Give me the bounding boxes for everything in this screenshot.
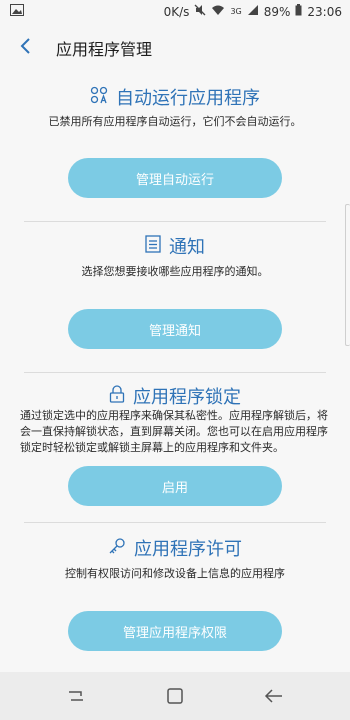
- auto-run-description: 已禁用所有应用程序自动运行，它们不会自动运行。: [48, 115, 302, 128]
- auto-run-title: 自动运行应用程序: [116, 88, 260, 109]
- manage-notifications-button[interactable]: 管理通知: [68, 309, 282, 349]
- app-permissions-section-title: 应用程序许可: [0, 535, 350, 561]
- battery-icon: [295, 4, 302, 19]
- battery-percent: 89%: [263, 4, 291, 19]
- section-divider: [24, 522, 326, 523]
- wifi-icon: [211, 4, 225, 19]
- recent-apps-icon[interactable]: [64, 684, 88, 708]
- app-permissions-title: 应用程序许可: [134, 539, 242, 560]
- auto-run-section-title: 自动运行应用程序: [0, 84, 350, 110]
- signal-icon: [247, 4, 259, 19]
- auto-run-icon: [90, 86, 108, 109]
- image-notification-icon: [10, 4, 24, 19]
- edge-panel-handle[interactable]: [345, 204, 350, 346]
- status-bar: 0K/s 3G 89% 23:06: [0, 0, 350, 24]
- key-icon: [108, 537, 126, 560]
- section-divider: [24, 372, 326, 373]
- app-lock-section-title: 应用程序锁定: [0, 383, 350, 409]
- home-icon[interactable]: [163, 684, 187, 708]
- network-type-label: 3G: [230, 7, 242, 16]
- network-speed: 0K/s: [163, 4, 190, 19]
- back-icon[interactable]: [262, 684, 286, 708]
- navigation-bar: [0, 672, 350, 720]
- clock: 23:06: [307, 4, 342, 19]
- manage-auto-run-button[interactable]: 管理自动运行: [68, 158, 282, 198]
- section-divider: [24, 221, 326, 222]
- app-permissions-description: 控制有权限访问和修改设备上信息的应用程序: [65, 567, 285, 580]
- mute-icon: [194, 4, 206, 19]
- app-lock-description: 通过锁定选中的应用程序来确保其私密性。应用程序解锁后，将会一直保持解锁状态，直到…: [20, 409, 328, 454]
- back-arrow-icon[interactable]: [16, 36, 36, 56]
- settings-content: 自动运行应用程序 已禁用所有应用程序自动运行，它们不会自动运行。 管理自动运行 …: [0, 70, 350, 672]
- notification-section-title: 通知: [0, 233, 350, 259]
- lock-icon: [109, 384, 125, 408]
- notification-title: 通知: [169, 237, 205, 258]
- notification-icon: [145, 234, 161, 258]
- manage-app-permissions-button[interactable]: 管理应用程序权限: [68, 611, 282, 651]
- app-lock-title: 应用程序锁定: [133, 387, 241, 408]
- page-title: 应用程序管理: [56, 40, 153, 59]
- app-bar: 应用程序管理: [0, 24, 350, 70]
- enable-app-lock-button[interactable]: 启用: [68, 466, 282, 506]
- notification-description: 选择您想要接收哪些应用程序的通知。: [81, 265, 269, 278]
